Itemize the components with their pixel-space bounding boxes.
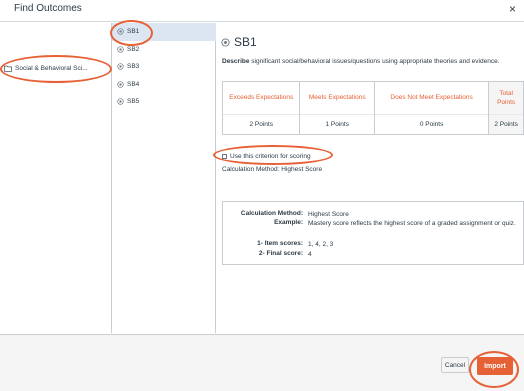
outcome-item-sb1[interactable]: SB1 [112, 23, 216, 41]
rating-label: Meets Expectations [308, 94, 366, 102]
outcomes-list-pane: SB1 SB2 SB3 SB4 SB5 [112, 23, 216, 333]
rating-points: 1 Points [300, 113, 374, 134]
outcome-icon [117, 81, 124, 88]
rating-points: 0 Points [374, 113, 489, 134]
dialog-title: Find Outcomes [14, 3, 82, 14]
outcome-item-sb3[interactable]: SB3 [112, 58, 216, 76]
folder-icon [4, 65, 12, 72]
outcome-label: SB3 [127, 63, 140, 71]
calc-example-key: Example: [274, 219, 303, 226]
close-icon[interactable]: × [509, 2, 516, 16]
calc-method-key: Calculation Method: [240, 210, 303, 217]
use-for-scoring-option[interactable]: Use this criterion for scoring [222, 153, 311, 160]
calc-example-value: Mastery score reflects the highest score… [308, 220, 516, 227]
rating-table: Exceeds Expectations 2 Points Meets Expe… [222, 81, 524, 135]
outcome-title: SB1 [221, 35, 257, 49]
rating-column: Meets Expectations 1 Points [300, 82, 375, 134]
use-for-scoring-label: Use this criterion for scoring [230, 153, 311, 160]
outcome-icon [221, 37, 230, 47]
rating-label: Does Not Meet Expectations [390, 94, 473, 102]
total-points-column: Total Points 2 Points [489, 82, 523, 134]
outcome-detail-pane: SB1 Describe significant social/behavior… [216, 23, 524, 333]
description-text: significant social/behavioral issues/que… [249, 58, 500, 65]
outcome-item-sb5[interactable]: SB5 [112, 93, 216, 111]
import-button[interactable]: Import [477, 357, 513, 375]
calc-method-value: Highest Score [308, 211, 349, 218]
outcome-groups-pane: Social & Behavioral Sci... [0, 23, 112, 340]
rating-label: Exceeds Expectations [229, 94, 294, 102]
outcome-label: SB5 [127, 98, 140, 106]
outcome-item-sb4[interactable]: SB4 [112, 76, 216, 94]
calc-item-value: 1, 4, 2, 3 [308, 241, 334, 248]
outcome-item-sb2[interactable]: SB2 [112, 41, 216, 59]
description-label: Describe [222, 58, 250, 65]
outcome-icon [117, 28, 124, 35]
outcome-icon [117, 46, 124, 53]
outcome-icon [117, 98, 124, 105]
outcome-icon [117, 63, 124, 70]
cancel-button[interactable]: Cancel [441, 357, 469, 373]
outcome-title-text: SB1 [234, 35, 257, 49]
calc-final-value: 4 [308, 251, 312, 258]
rating-points: 2 Points [223, 113, 300, 134]
outcome-label: SB4 [127, 80, 140, 88]
calculation-method-line: Calculation Method: Highest Score [222, 166, 323, 173]
calculation-method-box: Calculation Method: Highest Score Exampl… [222, 201, 524, 265]
dialog-header: Find Outcomes × [0, 0, 524, 22]
rating-column: Does Not Meet Expectations 0 Points [374, 82, 490, 134]
total-points-label: Total Points [497, 89, 516, 106]
rating-column: Exceeds Expectations 2 Points [223, 82, 301, 134]
group-item-social-behavioral[interactable]: Social & Behavioral Sci... [4, 61, 108, 75]
outcome-label: SB2 [127, 45, 140, 53]
calc-item-key: 1- Item scores: [257, 240, 303, 247]
use-for-scoring-checkbox[interactable] [222, 154, 227, 159]
outcomes-list: SB1 SB2 SB3 SB4 SB5 [112, 23, 216, 111]
outcome-description: Describe significant social/behavioral i… [222, 58, 522, 65]
group-item-label: Social & Behavioral Sci... [15, 64, 88, 72]
total-points-value: 2 Points [489, 113, 523, 134]
dialog-footer: Cancel Import [0, 334, 524, 391]
outcome-label: SB1 [127, 28, 140, 36]
calc-final-key: 2- Final score: [258, 250, 303, 257]
